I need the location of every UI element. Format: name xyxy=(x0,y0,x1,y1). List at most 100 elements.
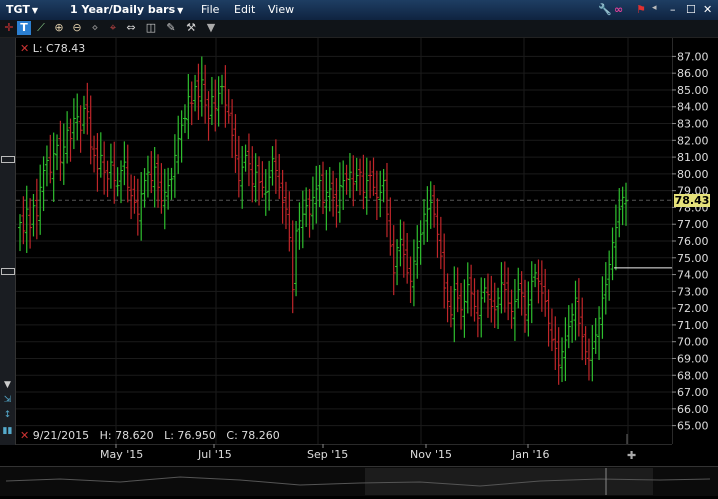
ohlc-bar xyxy=(310,176,315,230)
ohlc-bar xyxy=(58,120,63,181)
zoom-out-icon[interactable]: ⊖ xyxy=(70,21,84,35)
y-tick-label: 81.00 xyxy=(677,151,709,164)
crosshair-icon[interactable]: ✛ xyxy=(2,21,16,35)
wrench-icon[interactable]: 🔧 xyxy=(598,3,612,16)
scale-icon[interactable]: ⇔ xyxy=(124,21,138,35)
ohlc-bar xyxy=(18,214,22,252)
ohlc-bar xyxy=(546,289,551,347)
ohlc-bar xyxy=(236,135,241,198)
ohlc-bar xyxy=(526,281,531,337)
y-tick-label: 77.00 xyxy=(677,218,709,231)
ohlc-bar xyxy=(624,182,628,226)
ohlc-bar xyxy=(65,111,70,164)
ohlc-bar xyxy=(620,186,625,226)
close-icon: ✕ xyxy=(20,429,30,442)
period-selector[interactable]: 1 Year/Daily bars ▼ xyxy=(70,3,183,16)
volume-icon[interactable]: ▮▮ xyxy=(2,426,13,436)
link-icon[interactable]: ∞ xyxy=(614,3,623,16)
close-icon[interactable]: ✕ xyxy=(703,3,712,16)
ohlc-bar xyxy=(617,188,622,238)
ohlc-bar xyxy=(529,261,534,324)
range-navigator[interactable] xyxy=(0,466,718,496)
x-tick-label: Jul '15 xyxy=(197,448,232,461)
ohlc-readout: ✕ 9/21/2015 H: 78.620 L: 76.950 C: 78.26… xyxy=(20,429,280,442)
dropdown-icon[interactable]: ▼ xyxy=(204,21,218,35)
ohlc-bar xyxy=(590,325,595,382)
arrow-icon[interactable]: ◂ xyxy=(652,3,657,13)
pan-icon[interactable]: ⋄ xyxy=(88,21,102,35)
panel-splitter-handle[interactable] xyxy=(1,156,15,163)
ohlc-bar xyxy=(347,153,352,198)
ohlc-bar xyxy=(108,143,113,189)
ohlc-bar xyxy=(321,161,325,215)
y-tick-label: 66.00 xyxy=(677,403,709,416)
ohlc-bar xyxy=(75,93,80,141)
ohlc-bar xyxy=(280,169,285,224)
ohlc-bar xyxy=(260,161,265,198)
ohlc-close: C: 78.260 xyxy=(226,429,280,442)
ohlc-bar xyxy=(553,316,558,371)
tools-icon[interactable]: ⚒ xyxy=(184,21,198,35)
ohlc-bar xyxy=(482,278,487,303)
ohlc-bar xyxy=(81,95,86,134)
cursor-icon[interactable]: ⌖ xyxy=(106,21,120,35)
ohlc-bar xyxy=(368,160,373,199)
y-tick-label: 70.00 xyxy=(677,336,709,349)
ohlc-bar xyxy=(597,306,602,360)
ohlc-bar xyxy=(563,317,568,382)
zoom-in-icon[interactable]: ⊕ xyxy=(52,21,66,35)
ohlc-bar xyxy=(452,266,457,343)
minimize-icon[interactable]: – xyxy=(670,3,676,16)
ohlc-bar xyxy=(169,167,174,200)
ohlc-bar xyxy=(364,157,369,215)
menu-view[interactable]: View xyxy=(268,3,294,16)
ohlc-bar xyxy=(391,225,396,296)
price-chart[interactable]: ✕ L: C78.43 ✕ 9/21/2015 H: 78.620 L: 76.… xyxy=(16,38,672,444)
time-axis[interactable]: May '15 Jul '15 Sep '15 Nov '15 Jan '16 ✚ xyxy=(16,443,718,464)
ohlc-bar xyxy=(445,273,450,323)
maximize-icon[interactable]: ☐ xyxy=(686,3,696,16)
ohlc-bar xyxy=(549,308,554,352)
ohlc-bar xyxy=(398,219,403,267)
line-icon[interactable]: ⟋ xyxy=(34,21,48,35)
ohlc-bar xyxy=(428,181,433,229)
left-panel-strip: ▼ ⇲ ↕ ▮▮ xyxy=(0,38,16,445)
text-icon[interactable]: T xyxy=(17,21,31,35)
last-price-text: L: C78.43 xyxy=(32,42,86,55)
x-tick-label: May '15 xyxy=(100,448,143,461)
ohlc-bar xyxy=(98,132,103,178)
ohlc-bar xyxy=(105,160,110,198)
ohlc-bar xyxy=(479,277,484,338)
ohlc-bar xyxy=(203,64,208,124)
ohlc-bar xyxy=(55,134,60,171)
menu-file[interactable]: File xyxy=(201,3,219,16)
draw-icon[interactable]: ✎ xyxy=(164,21,178,35)
ohlc-bar xyxy=(294,220,299,297)
y-tick-label: 71.00 xyxy=(677,319,709,332)
menu-edit[interactable]: Edit xyxy=(234,3,255,16)
expand-icon[interactable]: ↕ xyxy=(2,410,13,420)
ohlc-bar xyxy=(492,282,497,329)
flag-icon[interactable]: ⚑ xyxy=(636,3,646,16)
navigator-window[interactable] xyxy=(365,468,653,495)
ohlc-high: H: 78.620 xyxy=(99,429,154,442)
symbol-selector[interactable]: TGT ▼ xyxy=(6,3,38,16)
ohlc-bar xyxy=(21,196,26,245)
pin-icon[interactable]: ⇲ xyxy=(2,395,13,405)
ohlc-bar xyxy=(489,275,494,323)
y-tick-label: 69.00 xyxy=(677,352,709,365)
ohlc-bar xyxy=(129,174,134,220)
ohlc-bar xyxy=(233,114,238,173)
ohlc-bar xyxy=(230,99,235,159)
ohlc-bar xyxy=(613,204,618,271)
ohlc-bar xyxy=(216,76,221,127)
ohlc-bar xyxy=(132,175,137,214)
split-icon[interactable]: ◫ xyxy=(144,21,158,35)
y-tick-label: 86.00 xyxy=(677,67,709,80)
panel-splitter-handle[interactable] xyxy=(1,268,15,275)
price-axis[interactable]: 87.00 86.00 85.00 84.00 83.00 82.00 81.00 80.00… xyxy=(671,38,718,444)
ohlc-bar xyxy=(162,168,167,230)
ohlc-bar xyxy=(246,133,251,187)
scroll-down-icon[interactable]: ▼ xyxy=(2,380,13,390)
ohlc-bar xyxy=(172,134,177,198)
